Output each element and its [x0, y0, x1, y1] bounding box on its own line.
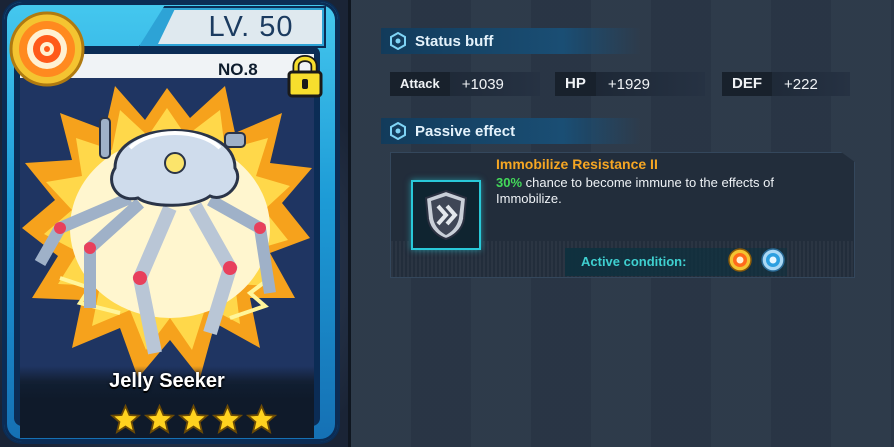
skill-icon-frame[interactable] [411, 180, 481, 250]
hexagon-icon [390, 122, 406, 140]
character-art [20, 78, 314, 384]
level-label: LV. 50 [208, 11, 294, 43]
stat-hp: HP +1929 [555, 72, 705, 96]
stat-label: DEF [722, 72, 772, 96]
stat-label: HP [555, 72, 596, 96]
water-element-icon [761, 248, 785, 272]
stat-def: DEF +222 [722, 72, 850, 96]
hexagon-icon [390, 32, 406, 50]
card-number: NO.8 [218, 60, 258, 79]
star-icon [212, 404, 243, 434]
lock-icon[interactable] [286, 54, 324, 98]
status-buff-header: Status buff [381, 28, 641, 54]
stat-value: +222 [784, 75, 818, 93]
passive-effect-header: Passive effect [381, 118, 641, 144]
stat-value: +1039 [461, 75, 504, 93]
skill-description-text: chance to become immune to the effects o… [496, 175, 774, 206]
active-condition-label: Active condition: [581, 254, 687, 269]
star-icon [144, 404, 175, 434]
shield-icon [424, 189, 468, 241]
fire-element-icon [9, 11, 85, 87]
star-icon [178, 404, 209, 434]
skill-name: Immobilize Resistance II [496, 156, 658, 172]
skill-chance: 30% [496, 175, 523, 190]
passive-effect-title: Passive effect [415, 122, 516, 140]
stat-attack: Attack +1039 [390, 72, 540, 96]
star-rating [110, 404, 277, 436]
stat-label: Attack [390, 72, 450, 96]
star-icon [246, 404, 277, 434]
card-name: Jelly Seeker [109, 370, 225, 392]
star-icon [110, 404, 141, 434]
stat-value: +1929 [607, 75, 650, 93]
skill-description: 30% chance to become immune to the effec… [496, 175, 836, 207]
fire-element-icon [728, 248, 752, 272]
status-buff-title: Status buff [415, 32, 494, 50]
